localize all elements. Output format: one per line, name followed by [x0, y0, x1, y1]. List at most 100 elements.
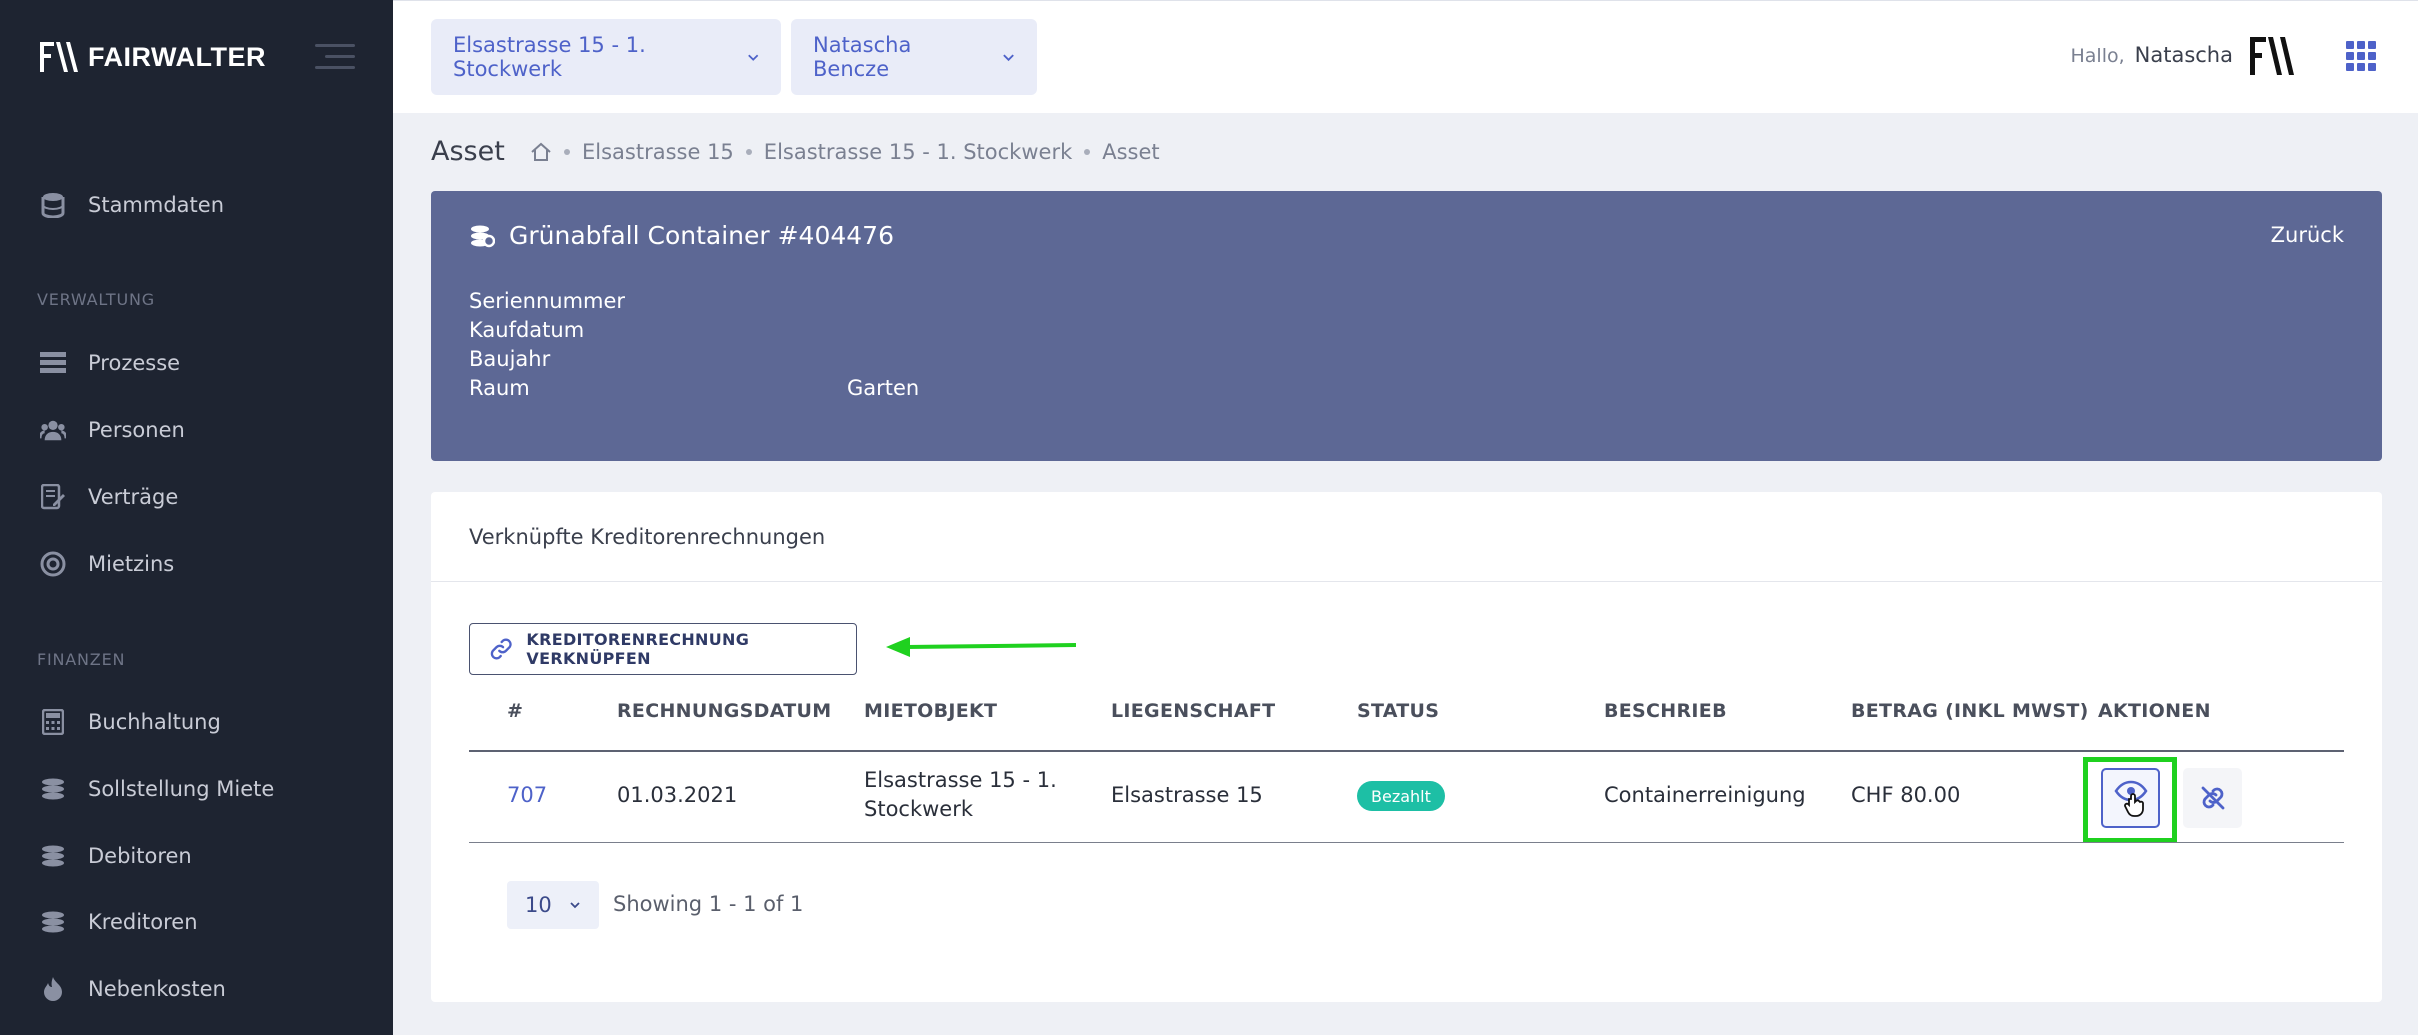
flame-icon — [40, 976, 66, 1002]
column-header-id: # — [507, 700, 524, 722]
fairwalter-logo-icon — [40, 42, 78, 72]
property-value: Garten — [847, 376, 920, 400]
sidebar-toggle-icon[interactable] — [315, 44, 355, 70]
chevron-down-icon — [747, 54, 758, 61]
sidebar-item-label: Personen — [88, 418, 185, 442]
back-link[interactable]: Zurück — [2271, 223, 2344, 247]
sidebar-item-mietzins[interactable]: Mietzins — [40, 551, 174, 577]
sidebar-item-label: Stammdaten — [88, 193, 225, 217]
contract-icon — [40, 484, 66, 510]
sidebar-item-buchhaltung[interactable]: Buchhaltung — [40, 709, 221, 735]
asset-property-row: Raum Garten — [469, 374, 919, 403]
topbar: Elsastrasse 15 - 1. Stockwerk Natascha B… — [393, 0, 2418, 113]
link-invoice-button[interactable]: KREDITORENRECHNUNG VERKNÜPFEN — [469, 623, 857, 675]
sidebar-item-label: Nebenkosten — [88, 977, 226, 1001]
avatar[interactable] — [2248, 35, 2298, 79]
invoice-id-link[interactable]: 707 — [507, 781, 547, 810]
property-select[interactable]: Elsastrasse 15 - 1. Stockwerk — [431, 19, 781, 95]
unlink-invoice-button[interactable] — [2183, 768, 2242, 828]
property-key: Baujahr — [469, 347, 551, 371]
breadcrumb-separator — [745, 149, 752, 155]
breadcrumb-item[interactable]: Elsastrasse 15 — [582, 140, 734, 164]
page-title: Asset — [431, 136, 505, 167]
sidebar-item-sollstellung-miete[interactable]: Sollstellung Miete — [40, 776, 274, 802]
property-key: Kaufdatum — [469, 318, 585, 342]
property-key: Seriennummer — [469, 289, 626, 313]
invoice-date: 01.03.2021 — [617, 783, 738, 807]
coins-icon — [40, 909, 66, 935]
page-size-select[interactable]: 10 — [507, 881, 599, 929]
rent-icon — [40, 551, 66, 577]
eye-icon — [2113, 780, 2148, 817]
breadcrumb-separator — [1084, 149, 1091, 155]
home-icon[interactable] — [530, 142, 552, 162]
invoice-object-line: Stockwerk — [864, 797, 974, 821]
linked-invoices-card: Verknüpfte Kreditorenrechnungen KREDITOR… — [431, 492, 2382, 1002]
asset-title-text: Grünabfall Container #404476 — [509, 221, 894, 250]
breadcrumb-item: Asset — [1102, 140, 1160, 164]
sidebar-item-nebenkosten[interactable]: Nebenkosten — [40, 976, 226, 1002]
sidebar-item-stammdaten[interactable]: Stammdaten — [40, 192, 224, 218]
breadcrumb-item[interactable]: Elsastrasse 15 - 1. Stockwerk — [764, 140, 1072, 164]
user-greeting: Hallo, Natascha — [2070, 43, 2233, 67]
sidebar-item-label: Kreditoren — [88, 910, 198, 934]
column-header-object: MIETOBJEKT — [864, 700, 998, 722]
chevron-down-icon — [570, 902, 580, 909]
coins-icon — [471, 225, 495, 247]
asset-property-row: Seriennummer — [469, 287, 919, 316]
link-icon — [490, 638, 512, 660]
sidebar-item-vertraege[interactable]: Verträge — [40, 484, 178, 510]
breadcrumb-separator — [564, 149, 570, 155]
invoice-property: Elsastrasse 15 — [1111, 783, 1263, 807]
users-icon — [40, 417, 66, 443]
sidebar-item-label: Debitoren — [88, 844, 192, 868]
nav-section-verwaltung: VERWALTUNG — [37, 290, 155, 309]
person-select-value: Natascha Bencze — [813, 33, 912, 81]
apps-grid-icon[interactable] — [2346, 41, 2376, 71]
property-key: Raum — [469, 376, 530, 400]
asset-properties: Seriennummer Kaufdatum Baujahr Raum Garte… — [469, 287, 919, 403]
invoice-description: Containerreinigung — [1604, 783, 1806, 807]
invoice-object: Elsastrasse 15 - 1. Stockwerk — [864, 766, 1057, 824]
column-header-amount: BETRAG (INKL MWST) — [1851, 700, 2089, 722]
pagination-info: Showing 1 - 1 of 1 — [613, 892, 804, 916]
user-name: Natascha — [2134, 43, 2233, 67]
chevron-down-icon — [1003, 54, 1014, 62]
invoice-amount: CHF 80.00 — [1851, 783, 1961, 807]
brand-logo[interactable]: FAIRWALTER — [40, 40, 266, 74]
column-header-status: STATUS — [1357, 700, 1440, 722]
nav-section-finanzen: FINANZEN — [37, 650, 126, 669]
sidebar-item-prozesse[interactable]: Prozesse — [40, 350, 180, 376]
brand-name: FAIRWALTER — [88, 41, 266, 72]
invoice-object-line: Elsastrasse 15 - 1. — [864, 768, 1057, 792]
sidebar-item-label: Mietzins — [88, 552, 175, 576]
greeting-text: Hallo, — [2070, 45, 2125, 67]
process-icon — [40, 350, 66, 376]
coins-icon — [40, 776, 66, 802]
property-select-value: Elsastrasse 15 - 1. Stockwerk — [453, 33, 646, 81]
linked-invoices-header: Verknüpfte Kreditorenrechnungen — [431, 492, 2382, 582]
calculator-icon — [40, 709, 66, 735]
table-row-divider — [469, 842, 2344, 843]
column-header-property: LIEGENSCHAFT — [1111, 700, 1276, 722]
asset-property-row: Kaufdatum — [469, 316, 919, 345]
annotation-arrow-icon — [886, 637, 1076, 657]
breadcrumb: Elsastrasse 15 Elsastrasse 15 - 1. Stock… — [530, 140, 1160, 164]
sidebar-item-kreditoren[interactable]: Kreditoren — [40, 909, 198, 935]
database-icon — [40, 192, 66, 218]
sidebar: FAIRWALTER Stammdaten VERWALTUNG Prozess… — [0, 0, 393, 1035]
sidebar-item-label: Sollstellung Miete — [88, 777, 275, 801]
sidebar-item-debitoren[interactable]: Debitoren — [40, 843, 192, 869]
sidebar-item-label: Prozesse — [88, 351, 181, 375]
asset-card: Grünabfall Container #404476 Zurück Seri… — [431, 191, 2382, 461]
status-badge: Bezahlt — [1357, 781, 1445, 811]
sidebar-item-personen[interactable]: Personen — [40, 417, 185, 443]
view-invoice-button[interactable] — [2101, 768, 2160, 828]
page-size-value: 10 — [525, 893, 552, 917]
column-header-date: RECHNUNGSDATUM — [617, 700, 832, 722]
column-header-actions: AKTIONEN — [2098, 700, 2211, 722]
asset-property-row: Baujahr — [469, 345, 919, 374]
table-header-divider — [469, 750, 2344, 752]
person-select[interactable]: Natascha Bencze — [791, 19, 1037, 95]
sidebar-item-label: Buchhaltung — [88, 710, 221, 734]
